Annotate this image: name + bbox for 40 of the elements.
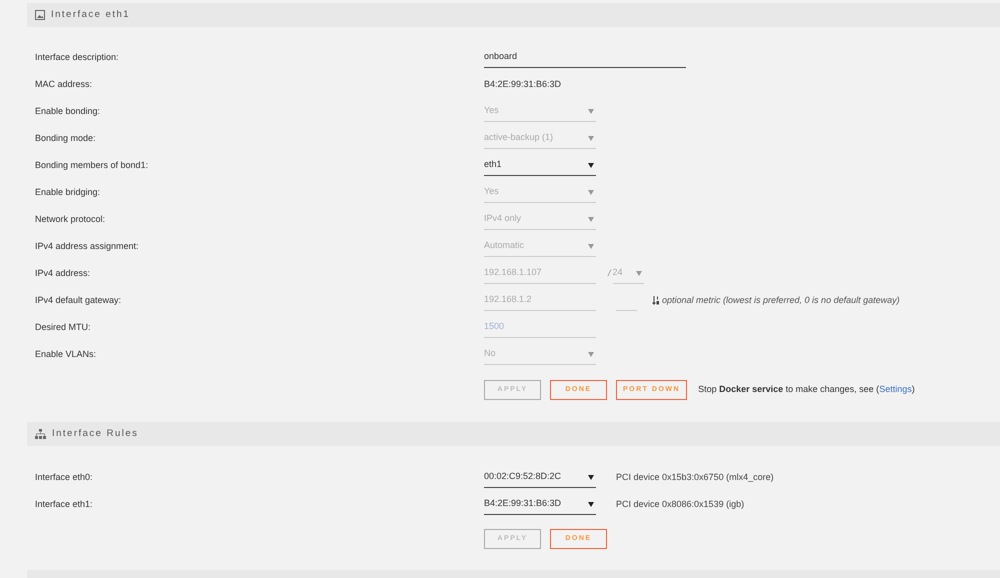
field-label: Enable bonding: [35, 104, 102, 118]
field-label: Enable bridging: [35, 186, 102, 199]
picture-icon [35, 10, 45, 20]
field-label: Bonding mode: [35, 132, 97, 145]
field-label: Desired MTU: [35, 320, 92, 334]
caret-icon [588, 352, 594, 356]
field-label: MAC address: [35, 78, 94, 91]
caret-icon [588, 162, 594, 168]
field-label: Interface eth0: [35, 470, 94, 484]
input-field[interactable]: onboard [484, 48, 686, 68]
caret-icon [588, 136, 594, 140]
settings-link[interactable]: Settings [879, 384, 912, 394]
field-label: Interface description: [35, 50, 120, 64]
device-info-text: PCI device 0x15b3:0x6750 (mlx4_core) [616, 470, 774, 484]
hint-text: optional metric (lowest is preferred, 0 is no default gateway) [662, 294, 900, 307]
select-field[interactable]: 00:02:C9:52:8D:2C [484, 468, 596, 488]
caret-icon [588, 244, 594, 248]
section-title: Interface eth1 [51, 8, 130, 22]
field-label: IPv4 address: [35, 266, 92, 280]
mac-address-text: B4:2E:99:31:B6:3D [484, 78, 562, 91]
caret-icon [636, 270, 642, 276]
field-label: Interface eth1: [35, 498, 94, 511]
docker-note-text: Stop Docker service to make changes, see (Settings) [698, 383, 915, 396]
field-label: IPv4 address assignment: [35, 240, 140, 253]
device-info-text: PCI device 0x8086:0x1539 (igb) [616, 498, 744, 511]
field-label: Enable VLANs: [35, 348, 98, 361]
field-label: IPv4 default gateway: [35, 294, 122, 307]
sitemap-icon [35, 429, 46, 439]
select-field[interactable]: B4:2E:99:31:B6:3D [484, 494, 596, 514]
section-title: Interface Rules [52, 426, 138, 441]
slash-text: / [608, 266, 611, 280]
caret-icon [588, 190, 594, 194]
caret-icon [588, 216, 594, 222]
caret-icon [588, 502, 594, 506]
field-label: Network protocol: [35, 212, 106, 226]
caret-icon [588, 108, 594, 114]
caret-icon [588, 474, 594, 480]
sort-icon [652, 296, 660, 305]
field-label: Bonding members of bond1: [35, 158, 150, 172]
select-field[interactable]: eth1 [484, 156, 596, 176]
